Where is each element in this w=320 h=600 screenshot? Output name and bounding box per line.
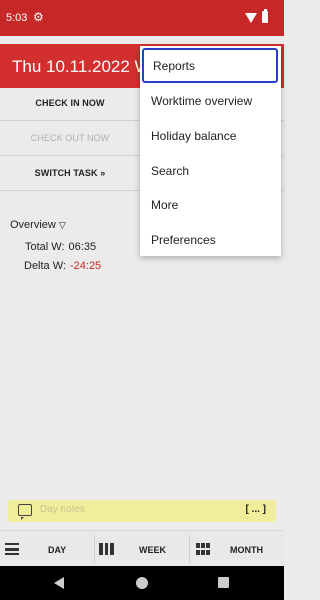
recents-icon[interactable]: [218, 577, 229, 588]
chevron-down-icon: ▽: [58, 220, 66, 230]
delta-work-value: -24:25: [69, 260, 102, 272]
bottom-nav: DAY WEEK MONTH: [0, 530, 284, 566]
check-out-button[interactable]: CHECK OUT NOW: [0, 121, 140, 155]
nav-month-label: MONTH: [230, 545, 263, 555]
back-icon[interactable]: [54, 577, 64, 589]
switch-task-button[interactable]: SWITCH TASK »: [0, 156, 140, 190]
menu-item-preferences[interactable]: Preferences: [140, 222, 281, 257]
menu-item-search[interactable]: Search: [140, 153, 281, 188]
total-work-value: 06:35: [68, 241, 97, 253]
week-view-icon: [99, 543, 115, 555]
gear-icon: ⚙: [33, 10, 44, 24]
nav-day-label: DAY: [48, 545, 67, 555]
menu-item-more[interactable]: More: [140, 187, 281, 222]
menu-item-worktime-overview[interactable]: Worktime overview: [140, 83, 281, 118]
total-work-label: Total W:: [25, 241, 65, 253]
nav-month[interactable]: MONTH: [190, 531, 284, 567]
notes-expand-button[interactable]: [ ... ]: [245, 504, 266, 515]
day-notes-input[interactable]: Day notes: [40, 504, 85, 515]
check-in-button[interactable]: CHECK IN NOW: [0, 86, 140, 120]
status-bar: 5:03 ⚙: [0, 0, 284, 36]
nav-week[interactable]: WEEK: [95, 531, 189, 567]
delta-work-label: Delta W:: [24, 260, 66, 272]
note-icon: [18, 504, 32, 520]
overview-toggle[interactable]: Overview ▽: [10, 219, 66, 231]
battery-icon: [262, 9, 268, 23]
day-view-icon: [5, 543, 19, 555]
nav-week-label: WEEK: [139, 545, 166, 555]
delta-work-row: Delta W: -24:25: [24, 260, 101, 272]
menu-item-holiday-balance[interactable]: Holiday balance: [140, 118, 281, 153]
status-time: 5:03: [6, 12, 28, 24]
page-title: Thu 10.11.2022 W4: [12, 57, 161, 76]
menu-item-reports[interactable]: Reports: [142, 48, 278, 83]
overflow-menu: Reports Worktime overview Holiday balanc…: [140, 46, 281, 256]
overview-label: Overview: [10, 219, 56, 231]
nav-day[interactable]: DAY: [0, 531, 94, 567]
day-notes-bar[interactable]: Day notes [ ... ]: [8, 500, 276, 522]
total-work-row: Total W: 06:35: [25, 241, 96, 253]
home-icon[interactable]: [136, 577, 148, 589]
system-nav-bar: [0, 566, 284, 600]
month-view-icon: [196, 543, 210, 555]
wifi-icon: [245, 13, 257, 23]
